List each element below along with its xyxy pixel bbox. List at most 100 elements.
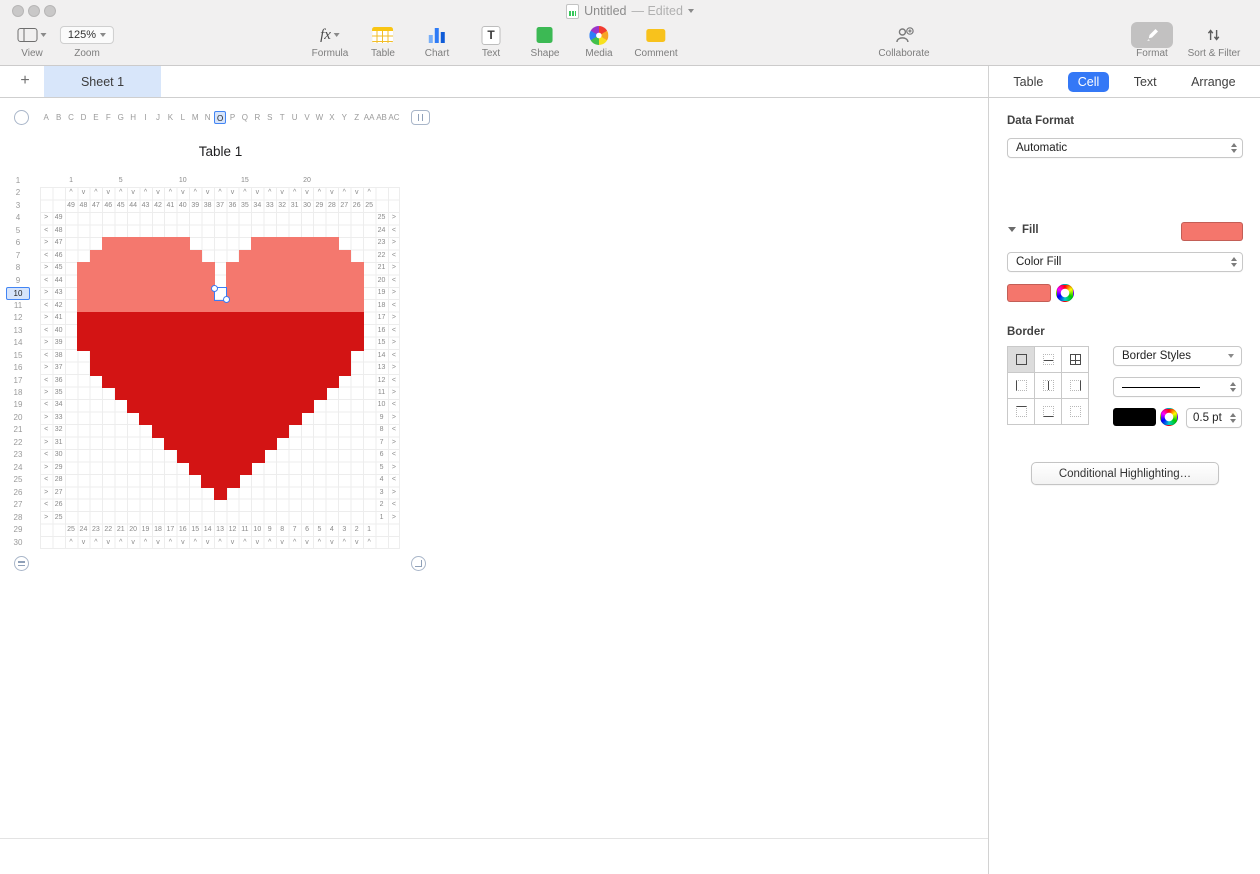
heart-fill-run[interactable] bbox=[77, 287, 215, 301]
column-header[interactable]: H bbox=[127, 111, 139, 124]
column-header[interactable]: K bbox=[164, 111, 176, 124]
comment-button[interactable]: Comment bbox=[634, 22, 678, 59]
row-header[interactable]: 11 bbox=[6, 300, 30, 312]
table-cell[interactable]: < bbox=[40, 499, 52, 511]
table-cell[interactable]: 10 bbox=[251, 524, 263, 536]
table-cell[interactable]: 14 bbox=[375, 350, 387, 362]
table-cell[interactable]: 45 bbox=[52, 262, 64, 274]
column-header[interactable]: P bbox=[226, 111, 238, 124]
heart-fill-run[interactable] bbox=[189, 461, 253, 476]
table-cell[interactable]: 22 bbox=[102, 524, 114, 536]
table-cell[interactable]: 23 bbox=[90, 524, 102, 536]
table-cell[interactable]: 31 bbox=[52, 437, 64, 449]
table-cell[interactable]: 32 bbox=[52, 424, 64, 436]
row-header[interactable]: 20 bbox=[6, 412, 30, 424]
row-header[interactable]: 17 bbox=[6, 375, 30, 387]
table-cell[interactable]: < bbox=[388, 300, 400, 312]
table-cell[interactable]: > bbox=[40, 512, 52, 524]
border-preset-top[interactable] bbox=[1007, 398, 1035, 425]
title-chevron-icon[interactable] bbox=[687, 9, 694, 13]
table-cell[interactable]: > bbox=[388, 262, 400, 274]
shape-button[interactable]: Shape bbox=[531, 22, 559, 59]
fill-color-well[interactable] bbox=[1007, 284, 1051, 302]
table-cell[interactable]: 47 bbox=[90, 200, 102, 212]
table-cell[interactable]: > bbox=[40, 412, 52, 424]
table-cell[interactable]: 42 bbox=[52, 300, 64, 312]
table-cell[interactable]: 40 bbox=[52, 325, 64, 337]
table-cell[interactable]: 5 bbox=[375, 462, 387, 474]
table-cell[interactable]: 34 bbox=[52, 399, 64, 411]
heart-fill-run[interactable] bbox=[226, 274, 364, 289]
border-width-field[interactable]: 0.5 pt bbox=[1186, 408, 1242, 428]
row-header[interactable]: 13 bbox=[6, 325, 30, 337]
table-cell[interactable]: 16 bbox=[177, 524, 189, 536]
table-cell[interactable]: > bbox=[388, 237, 400, 249]
border-preset-none[interactable] bbox=[1061, 398, 1089, 425]
data-format-select[interactable]: Automatic bbox=[1007, 138, 1243, 158]
table-cell[interactable]: 2 bbox=[351, 524, 363, 536]
table-cell[interactable]: 14 bbox=[201, 524, 213, 536]
table-cell[interactable]: 33 bbox=[52, 412, 64, 424]
heart-fill-run[interactable] bbox=[77, 299, 364, 314]
border-line-style-select[interactable] bbox=[1113, 377, 1242, 397]
table-cell[interactable]: 37 bbox=[52, 362, 64, 374]
table-cell[interactable]: v bbox=[351, 537, 363, 549]
column-header[interactable]: R bbox=[251, 111, 263, 124]
table-cell[interactable]: ^ bbox=[189, 537, 201, 549]
table-cell[interactable]: < bbox=[388, 275, 400, 287]
column-header[interactable]: W bbox=[313, 111, 325, 124]
table-cell[interactable]: v bbox=[351, 187, 363, 199]
column-header[interactable]: N bbox=[201, 111, 213, 124]
table-cell[interactable]: 5 bbox=[313, 524, 325, 536]
row-header[interactable]: 1 bbox=[6, 175, 30, 187]
table-cell[interactable]: < bbox=[388, 325, 400, 337]
column-header[interactable]: J bbox=[152, 111, 164, 124]
table-cell[interactable]: 39 bbox=[52, 337, 64, 349]
table-cell[interactable]: 47 bbox=[52, 237, 64, 249]
table-cell[interactable]: 3 bbox=[375, 487, 387, 499]
table-cell[interactable]: 24 bbox=[77, 524, 89, 536]
heart-fill-run[interactable] bbox=[89, 349, 352, 364]
table-cell[interactable]: ^ bbox=[65, 187, 77, 199]
table-cell[interactable]: v bbox=[77, 537, 89, 549]
table-cell[interactable]: < bbox=[388, 350, 400, 362]
table-cell[interactable]: 20 bbox=[127, 524, 139, 536]
row-header[interactable]: 24 bbox=[6, 462, 30, 474]
table-cell[interactable]: 15 bbox=[375, 337, 387, 349]
row-header[interactable]: 26 bbox=[6, 487, 30, 499]
table-cell[interactable]: 11 bbox=[375, 387, 387, 399]
row-header[interactable]: 7 bbox=[6, 250, 30, 262]
heart-fill-run[interactable] bbox=[77, 337, 364, 351]
table-cell[interactable]: > bbox=[40, 312, 52, 324]
table-cell[interactable]: v bbox=[301, 537, 313, 549]
table-cell[interactable]: ^ bbox=[338, 537, 350, 549]
border-preset-inner-horizontal[interactable] bbox=[1034, 346, 1062, 373]
format-button[interactable]: Format bbox=[1131, 22, 1173, 59]
table-cell[interactable]: v bbox=[152, 537, 164, 549]
table-cell[interactable]: > bbox=[40, 262, 52, 274]
table-cell[interactable]: < bbox=[40, 474, 52, 486]
row-header[interactable]: 29 bbox=[6, 524, 30, 536]
table-cell[interactable]: 48 bbox=[77, 200, 89, 212]
table-cell[interactable]: v bbox=[226, 537, 238, 549]
column-header[interactable]: F bbox=[102, 111, 114, 124]
heart-fill-run[interactable] bbox=[213, 486, 228, 501]
table-cell[interactable]: 29 bbox=[313, 200, 325, 212]
row-header[interactable]: 28 bbox=[6, 512, 30, 524]
row-header[interactable]: 6 bbox=[6, 237, 30, 249]
add-columns-handle[interactable] bbox=[411, 110, 430, 125]
heart-fill-run[interactable] bbox=[201, 474, 240, 488]
table-cell[interactable]: 9 bbox=[375, 412, 387, 424]
row-header[interactable]: 9 bbox=[6, 275, 30, 287]
tab-cell[interactable]: Cell bbox=[1067, 71, 1110, 92]
table-cell[interactable]: 27 bbox=[52, 487, 64, 499]
table-cell[interactable]: ^ bbox=[363, 537, 375, 549]
table-cell[interactable]: v bbox=[326, 537, 338, 549]
table-cell[interactable]: 7 bbox=[375, 437, 387, 449]
row-header[interactable]: 30 bbox=[6, 537, 30, 549]
table-cell[interactable]: 11 bbox=[239, 524, 251, 536]
border-preset-all[interactable] bbox=[1061, 346, 1089, 373]
table-cell[interactable]: 8 bbox=[375, 424, 387, 436]
table-cell[interactable]: 6 bbox=[301, 524, 313, 536]
fill-color-swatch[interactable] bbox=[1181, 222, 1243, 241]
